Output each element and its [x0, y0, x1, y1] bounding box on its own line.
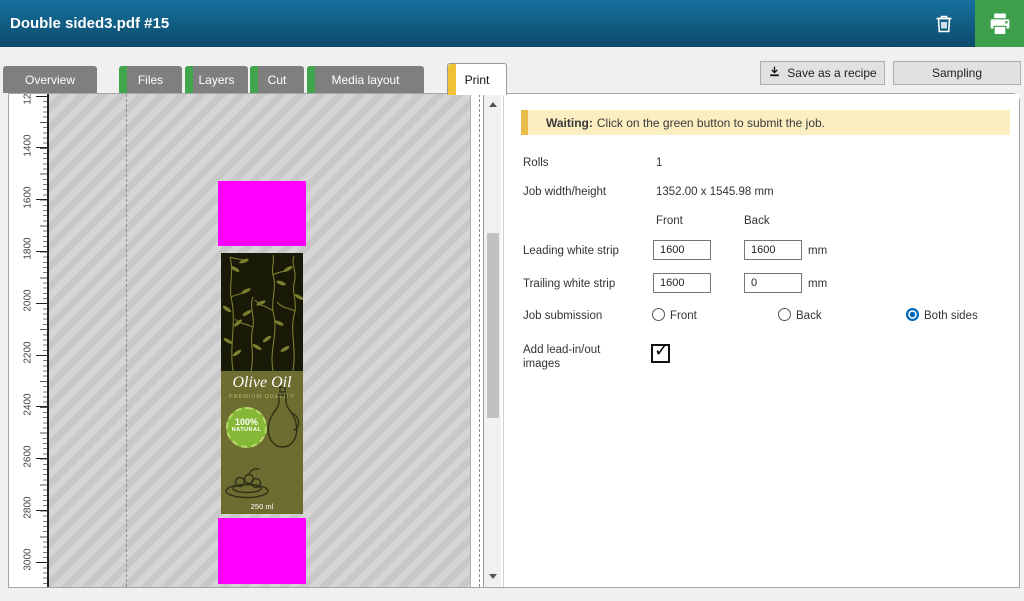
ruler-label: 2800 [23, 488, 34, 528]
tab-overview[interactable]: Overview [3, 66, 97, 93]
tab-print-active[interactable]: Print [447, 63, 507, 95]
trash-icon [926, 12, 962, 36]
ruler-label: 2400 [23, 384, 34, 424]
scroll-down-arrow-icon[interactable] [489, 574, 497, 579]
job-preview-canvas[interactable]: 1200 1400 1600 1800 2000 2200 2400 2600 2800 3000 [9, 94, 483, 587]
media-margin-line-right [479, 94, 480, 587]
ruler-label: 2000 [23, 281, 34, 321]
rolls-label: Rolls [523, 157, 549, 169]
ruler-label: 2600 [23, 436, 34, 476]
tab-media-layout-label: Media layout [331, 73, 399, 87]
ruler-tick [36, 96, 48, 97]
ruler-tick [36, 303, 48, 304]
tab-media-layout[interactable]: Media layout [307, 66, 424, 93]
job-submission-label: Job submission [523, 310, 602, 322]
radio-front-label: Front [670, 310, 697, 322]
ruler-label: 2200 [23, 333, 34, 373]
status-banner: Waiting: Click on the green button to su… [521, 110, 1010, 135]
ruler-label: 1200 [23, 94, 34, 114]
tab-print-label: Print [465, 73, 490, 87]
artwork-subtitle: PREMIUM QUALITY [221, 394, 303, 400]
tab-files-label: Files [138, 73, 163, 87]
save-as-recipe-label: Save as a recipe [787, 66, 876, 80]
column-header-front: Front [656, 215, 683, 227]
job-size-value: 1352.00 x 1545.98 mm [656, 186, 774, 198]
badge-natural: NATURAL [228, 427, 265, 433]
leading-front-input[interactable] [653, 240, 711, 260]
title-bar: Double sided3.pdf #15 [0, 0, 1024, 47]
radio-back[interactable] [778, 308, 791, 321]
leading-white-strip-label: Leading white strip [523, 245, 619, 257]
ruler-label: 3000 [23, 540, 34, 580]
submit-job-button[interactable] [975, 0, 1024, 47]
save-as-recipe-button[interactable]: Save as a recipe [760, 61, 885, 85]
radio-both-sides[interactable] [906, 308, 919, 321]
content-panel: 1200 1400 1600 1800 2000 2200 2400 2600 2800 3000 [8, 93, 1020, 588]
radio-back-label: Back [796, 310, 822, 322]
media-margin-line-left [126, 94, 127, 587]
ruler-label: 1400 [23, 125, 34, 165]
tab-status-green [307, 66, 315, 93]
ruler-label: 1600 [23, 177, 34, 217]
tab-status-green [119, 66, 127, 93]
scrollbar-thumb[interactable] [487, 233, 499, 418]
badge-percent: 100% [228, 417, 265, 427]
tab-cut[interactable]: Cut [250, 66, 304, 93]
lead-out-image-block [218, 518, 306, 584]
scroll-up-arrow-icon[interactable] [489, 102, 497, 107]
ruler-tick [36, 355, 48, 356]
sampling-button[interactable]: Sampling [893, 61, 1021, 85]
artwork-volume: 250 ml [221, 502, 303, 511]
ruler-tick [36, 199, 48, 200]
trailing-front-input[interactable] [653, 273, 711, 293]
ruler-tick [36, 458, 48, 459]
sampling-label: Sampling [932, 66, 982, 80]
trailing-white-strip-label: Trailing white strip [523, 278, 615, 290]
status-banner-message: Click on the green button to submit the … [597, 116, 825, 130]
tab-layers[interactable]: Layers [185, 66, 248, 93]
ruler-tick [36, 510, 48, 511]
tab-status-green [185, 66, 193, 93]
job-artwork-olive-oil-label: Olive Oil PREMIUM QUALITY 100% NATURAL 2… [221, 253, 303, 514]
ruler-tick [36, 147, 48, 148]
trailing-unit: mm [808, 278, 827, 290]
ruler-tick [36, 251, 48, 252]
tab-status-green [250, 66, 258, 93]
delete-job-button[interactable] [926, 6, 962, 42]
download-icon [768, 65, 781, 81]
printer-icon [975, 10, 1024, 38]
application-window: Double sided3.pdf #15 [0, 0, 1024, 601]
artwork-branches-section [221, 253, 303, 371]
lead-in-image-block [218, 181, 306, 246]
column-header-back: Back [744, 215, 770, 227]
preview-scrollbar[interactable] [483, 94, 501, 587]
natural-badge: 100% NATURAL [226, 407, 267, 448]
job-size-label: Job width/height [523, 186, 606, 198]
olive-branches-illustration [221, 253, 303, 371]
leading-back-input[interactable] [744, 240, 802, 260]
add-lead-images-label: Add lead-in/out images [523, 343, 635, 371]
add-lead-images-checkbox[interactable] [651, 344, 670, 363]
ruler-tick [36, 406, 48, 407]
rolls-value: 1 [656, 157, 662, 169]
check-icon [654, 340, 669, 361]
print-settings-pane: Waiting: Click on the green button to su… [503, 94, 1019, 587]
tab-files[interactable]: Files [119, 66, 182, 93]
tab-status-yellow [448, 64, 456, 95]
status-banner-state: Waiting: [546, 116, 593, 130]
tab-cut-label: Cut [268, 73, 287, 87]
artwork-product-name: Olive Oil [221, 374, 303, 392]
document-title: Double sided3.pdf #15 [10, 0, 169, 47]
radio-front[interactable] [652, 308, 665, 321]
tab-overview-label: Overview [25, 73, 75, 87]
trailing-back-input[interactable] [744, 273, 802, 293]
tab-layers-label: Layers [198, 73, 234, 87]
radio-both-sides-label: Both sides [924, 310, 978, 322]
ruler-tick [36, 562, 48, 563]
leading-unit: mm [808, 245, 827, 257]
artwork-main-section: Olive Oil PREMIUM QUALITY 100% NATURAL 2… [221, 371, 303, 514]
status-bar [0, 588, 1024, 601]
ruler-label: 1800 [23, 229, 34, 269]
